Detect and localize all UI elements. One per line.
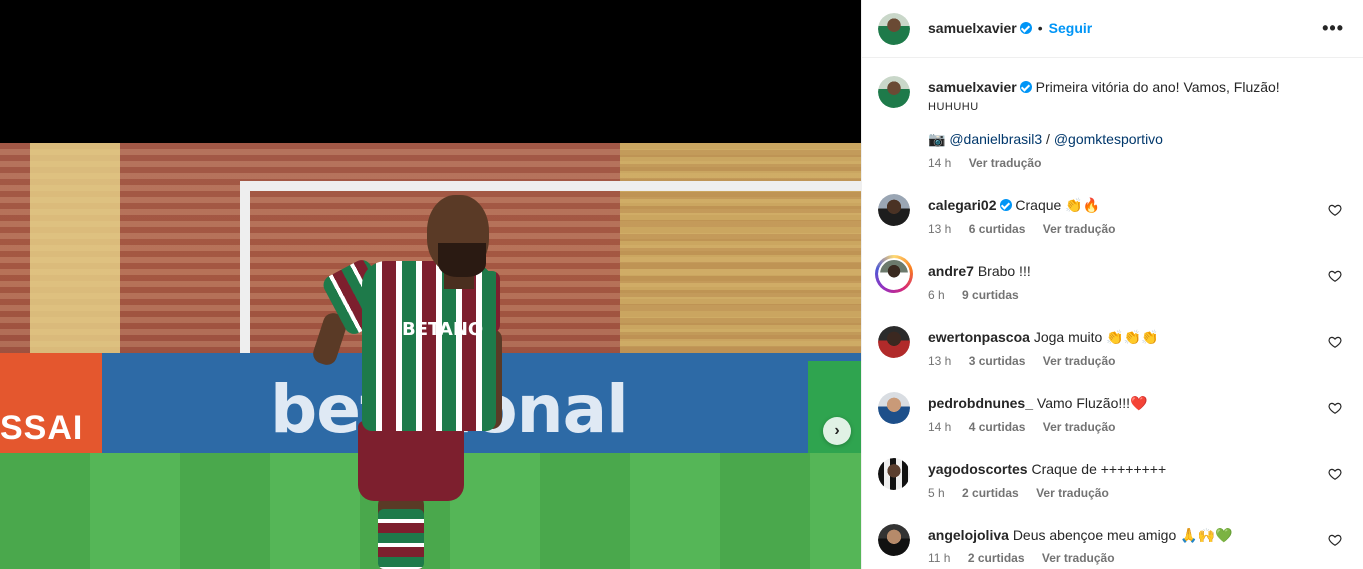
post-media: SSAI bet cional BETANO › bbox=[0, 0, 861, 569]
chevron-right-icon: › bbox=[834, 422, 840, 439]
jersey-sponsor: BETANO bbox=[402, 319, 484, 340]
caption-username[interactable]: samuelxavier bbox=[928, 79, 1017, 95]
comment-translate-link[interactable]: Ver tradução bbox=[1043, 420, 1116, 434]
comment-meta: 13 h 6 curtidas Ver tradução bbox=[928, 222, 1129, 236]
like-heart-icon[interactable] bbox=[1328, 335, 1342, 349]
comment-text-block: ewertonpascoa Joga muito 👏👏👏 bbox=[928, 328, 1328, 346]
caption-credits: 📷 @danielbrasil3 / @gomktesportivo bbox=[928, 130, 1328, 148]
follow-button[interactable]: Seguir bbox=[1049, 20, 1093, 36]
post-caption: samuelxavier Primeira vitória do ano! Va… bbox=[878, 76, 1348, 172]
like-heart-icon[interactable] bbox=[1328, 533, 1342, 547]
comment-translate-link[interactable]: Ver tradução bbox=[1043, 222, 1116, 236]
comment-time[interactable]: 14 h bbox=[928, 420, 951, 434]
comment-translate-link[interactable]: Ver tradução bbox=[1043, 354, 1116, 368]
verified-badge-icon bbox=[1019, 22, 1032, 34]
player-beard bbox=[438, 243, 486, 277]
comment-meta: 14 h 4 curtidas Ver tradução bbox=[928, 420, 1129, 434]
caption-time[interactable]: 14 h bbox=[928, 156, 951, 170]
comment-item: pedrobdnunes_ Vamo Fluzão!!!❤️ 14 h 4 cu… bbox=[878, 392, 1348, 438]
comment-time[interactable]: 11 h bbox=[928, 551, 950, 565]
comment-username[interactable]: pedrobdnunes_ bbox=[928, 395, 1033, 411]
player-shorts bbox=[358, 421, 464, 501]
commenter-avatar[interactable] bbox=[878, 194, 910, 226]
comment-text-block: angelojoliva Deus abençoe meu amigo 🙏🙌💚 bbox=[928, 526, 1328, 544]
post-details-panel: samuelxavier • Seguir ••• samuelxavier Pri… bbox=[861, 0, 1363, 569]
comment-text-block: calegari02 Craque 👏🔥 bbox=[928, 196, 1328, 214]
comment-time[interactable]: 13 h bbox=[928, 354, 951, 368]
commenter-avatar[interactable] bbox=[878, 326, 910, 358]
like-heart-icon[interactable] bbox=[1328, 401, 1342, 415]
comment-text: Brabo !!! bbox=[977, 263, 1031, 279]
comment-item: yagodoscortes Craque de ++++++++ 5 h 2 c… bbox=[878, 458, 1348, 504]
comment-likes[interactable]: 9 curtidas bbox=[962, 288, 1019, 302]
comment-meta: 5 h 2 curtidas Ver tradução bbox=[928, 486, 1123, 500]
like-heart-icon[interactable] bbox=[1328, 467, 1342, 481]
player-sock bbox=[378, 509, 424, 569]
credit-link-2[interactable]: @gomktesportivo bbox=[1054, 131, 1163, 147]
post-header: samuelxavier • Seguir ••• bbox=[862, 0, 1363, 58]
credit-link-1[interactable]: @danielbrasil3 bbox=[949, 131, 1042, 147]
verified-badge-icon bbox=[1019, 81, 1032, 93]
comment-meta: 13 h 3 curtidas Ver tradução bbox=[928, 354, 1129, 368]
player-shirt bbox=[362, 261, 496, 431]
comment-username[interactable]: angelojoliva bbox=[928, 527, 1009, 543]
author-avatar[interactable] bbox=[878, 13, 910, 45]
like-heart-icon[interactable] bbox=[1328, 203, 1342, 217]
author-avatar-caption[interactable] bbox=[878, 76, 910, 108]
comment-username[interactable]: andre7 bbox=[928, 263, 974, 279]
verified-badge-icon bbox=[999, 199, 1012, 211]
comment-item: ewertonpascoa Joga muito 👏👏👏 13 h 3 curt… bbox=[878, 326, 1348, 372]
caption-text-block: samuelxavier Primeira vitória do ano! Va… bbox=[928, 78, 1328, 116]
comment-text: Craque 👏🔥 bbox=[1015, 197, 1101, 213]
comment-text: Deus abençoe meu amigo 🙏🙌💚 bbox=[1012, 527, 1233, 543]
commenter-avatar[interactable] bbox=[878, 458, 910, 490]
comment-text-block: yagodoscortes Craque de ++++++++ bbox=[928, 460, 1328, 478]
separator-dot: • bbox=[1037, 20, 1043, 36]
comment-time[interactable]: 5 h bbox=[928, 486, 945, 500]
comment-likes[interactable]: 4 curtidas bbox=[969, 420, 1026, 434]
camera-icon: 📷 bbox=[928, 131, 946, 147]
commenter-avatar[interactable] bbox=[878, 392, 910, 424]
comment-translate-link[interactable]: Ver tradução bbox=[1036, 486, 1109, 500]
comment-likes[interactable]: 2 curtidas bbox=[968, 551, 1025, 565]
comment-time[interactable]: 13 h bbox=[928, 222, 951, 236]
post-photo: SSAI bet cional BETANO bbox=[0, 143, 861, 569]
comment-translate-link[interactable]: Ver tradução bbox=[1042, 551, 1115, 565]
player-figure: BETANO bbox=[0, 143, 861, 569]
comment-likes[interactable]: 2 curtidas bbox=[962, 486, 1019, 500]
next-media-button[interactable]: › bbox=[823, 417, 851, 445]
comment-text-block: pedrobdnunes_ Vamo Fluzão!!!❤️ bbox=[928, 394, 1328, 412]
caption-suffix: HUHUHU bbox=[928, 101, 979, 113]
comment-text: Joga muito 👏👏👏 bbox=[1033, 329, 1159, 345]
caption-translate-link[interactable]: Ver tradução bbox=[969, 156, 1042, 170]
header-author-line: samuelxavier • Seguir bbox=[928, 20, 1092, 38]
comment-likes[interactable]: 3 curtidas bbox=[969, 354, 1026, 368]
caption-text: Primeira vitória do ano! Vamos, Fluzão! bbox=[1035, 79, 1280, 95]
like-heart-icon[interactable] bbox=[1328, 269, 1342, 283]
author-username[interactable]: samuelxavier bbox=[928, 20, 1017, 36]
comment-item: calegari02 Craque 👏🔥 13 h 6 curtidas Ver… bbox=[878, 194, 1348, 240]
comment-item: andre7 Brabo !!! 6 h 9 curtidas bbox=[875, 255, 1348, 304]
credit-separator: / bbox=[1046, 131, 1050, 147]
comment-text-block: andre7 Brabo !!! bbox=[928, 262, 1328, 280]
comment-text: Craque de ++++++++ bbox=[1031, 461, 1167, 477]
caption-meta: 14 h Ver tradução bbox=[928, 156, 1055, 170]
commenter-avatar[interactable] bbox=[878, 524, 910, 556]
comment-username[interactable]: ewertonpascoa bbox=[928, 329, 1030, 345]
commenter-avatar[interactable] bbox=[878, 258, 910, 290]
comment-likes[interactable]: 6 curtidas bbox=[969, 222, 1026, 236]
comment-meta: 6 h 9 curtidas bbox=[928, 288, 1033, 302]
comment-item: angelojoliva Deus abençoe meu amigo 🙏🙌💚 … bbox=[878, 524, 1348, 569]
comment-meta: 11 h 2 curtidas Ver tradução bbox=[928, 551, 1129, 565]
comment-username[interactable]: calegari02 bbox=[928, 197, 997, 213]
comment-time[interactable]: 6 h bbox=[928, 288, 945, 302]
comment-text: Vamo Fluzão!!!❤️ bbox=[1036, 395, 1148, 411]
comment-username[interactable]: yagodoscortes bbox=[928, 461, 1028, 477]
more-options-icon[interactable]: ••• bbox=[1322, 18, 1344, 39]
